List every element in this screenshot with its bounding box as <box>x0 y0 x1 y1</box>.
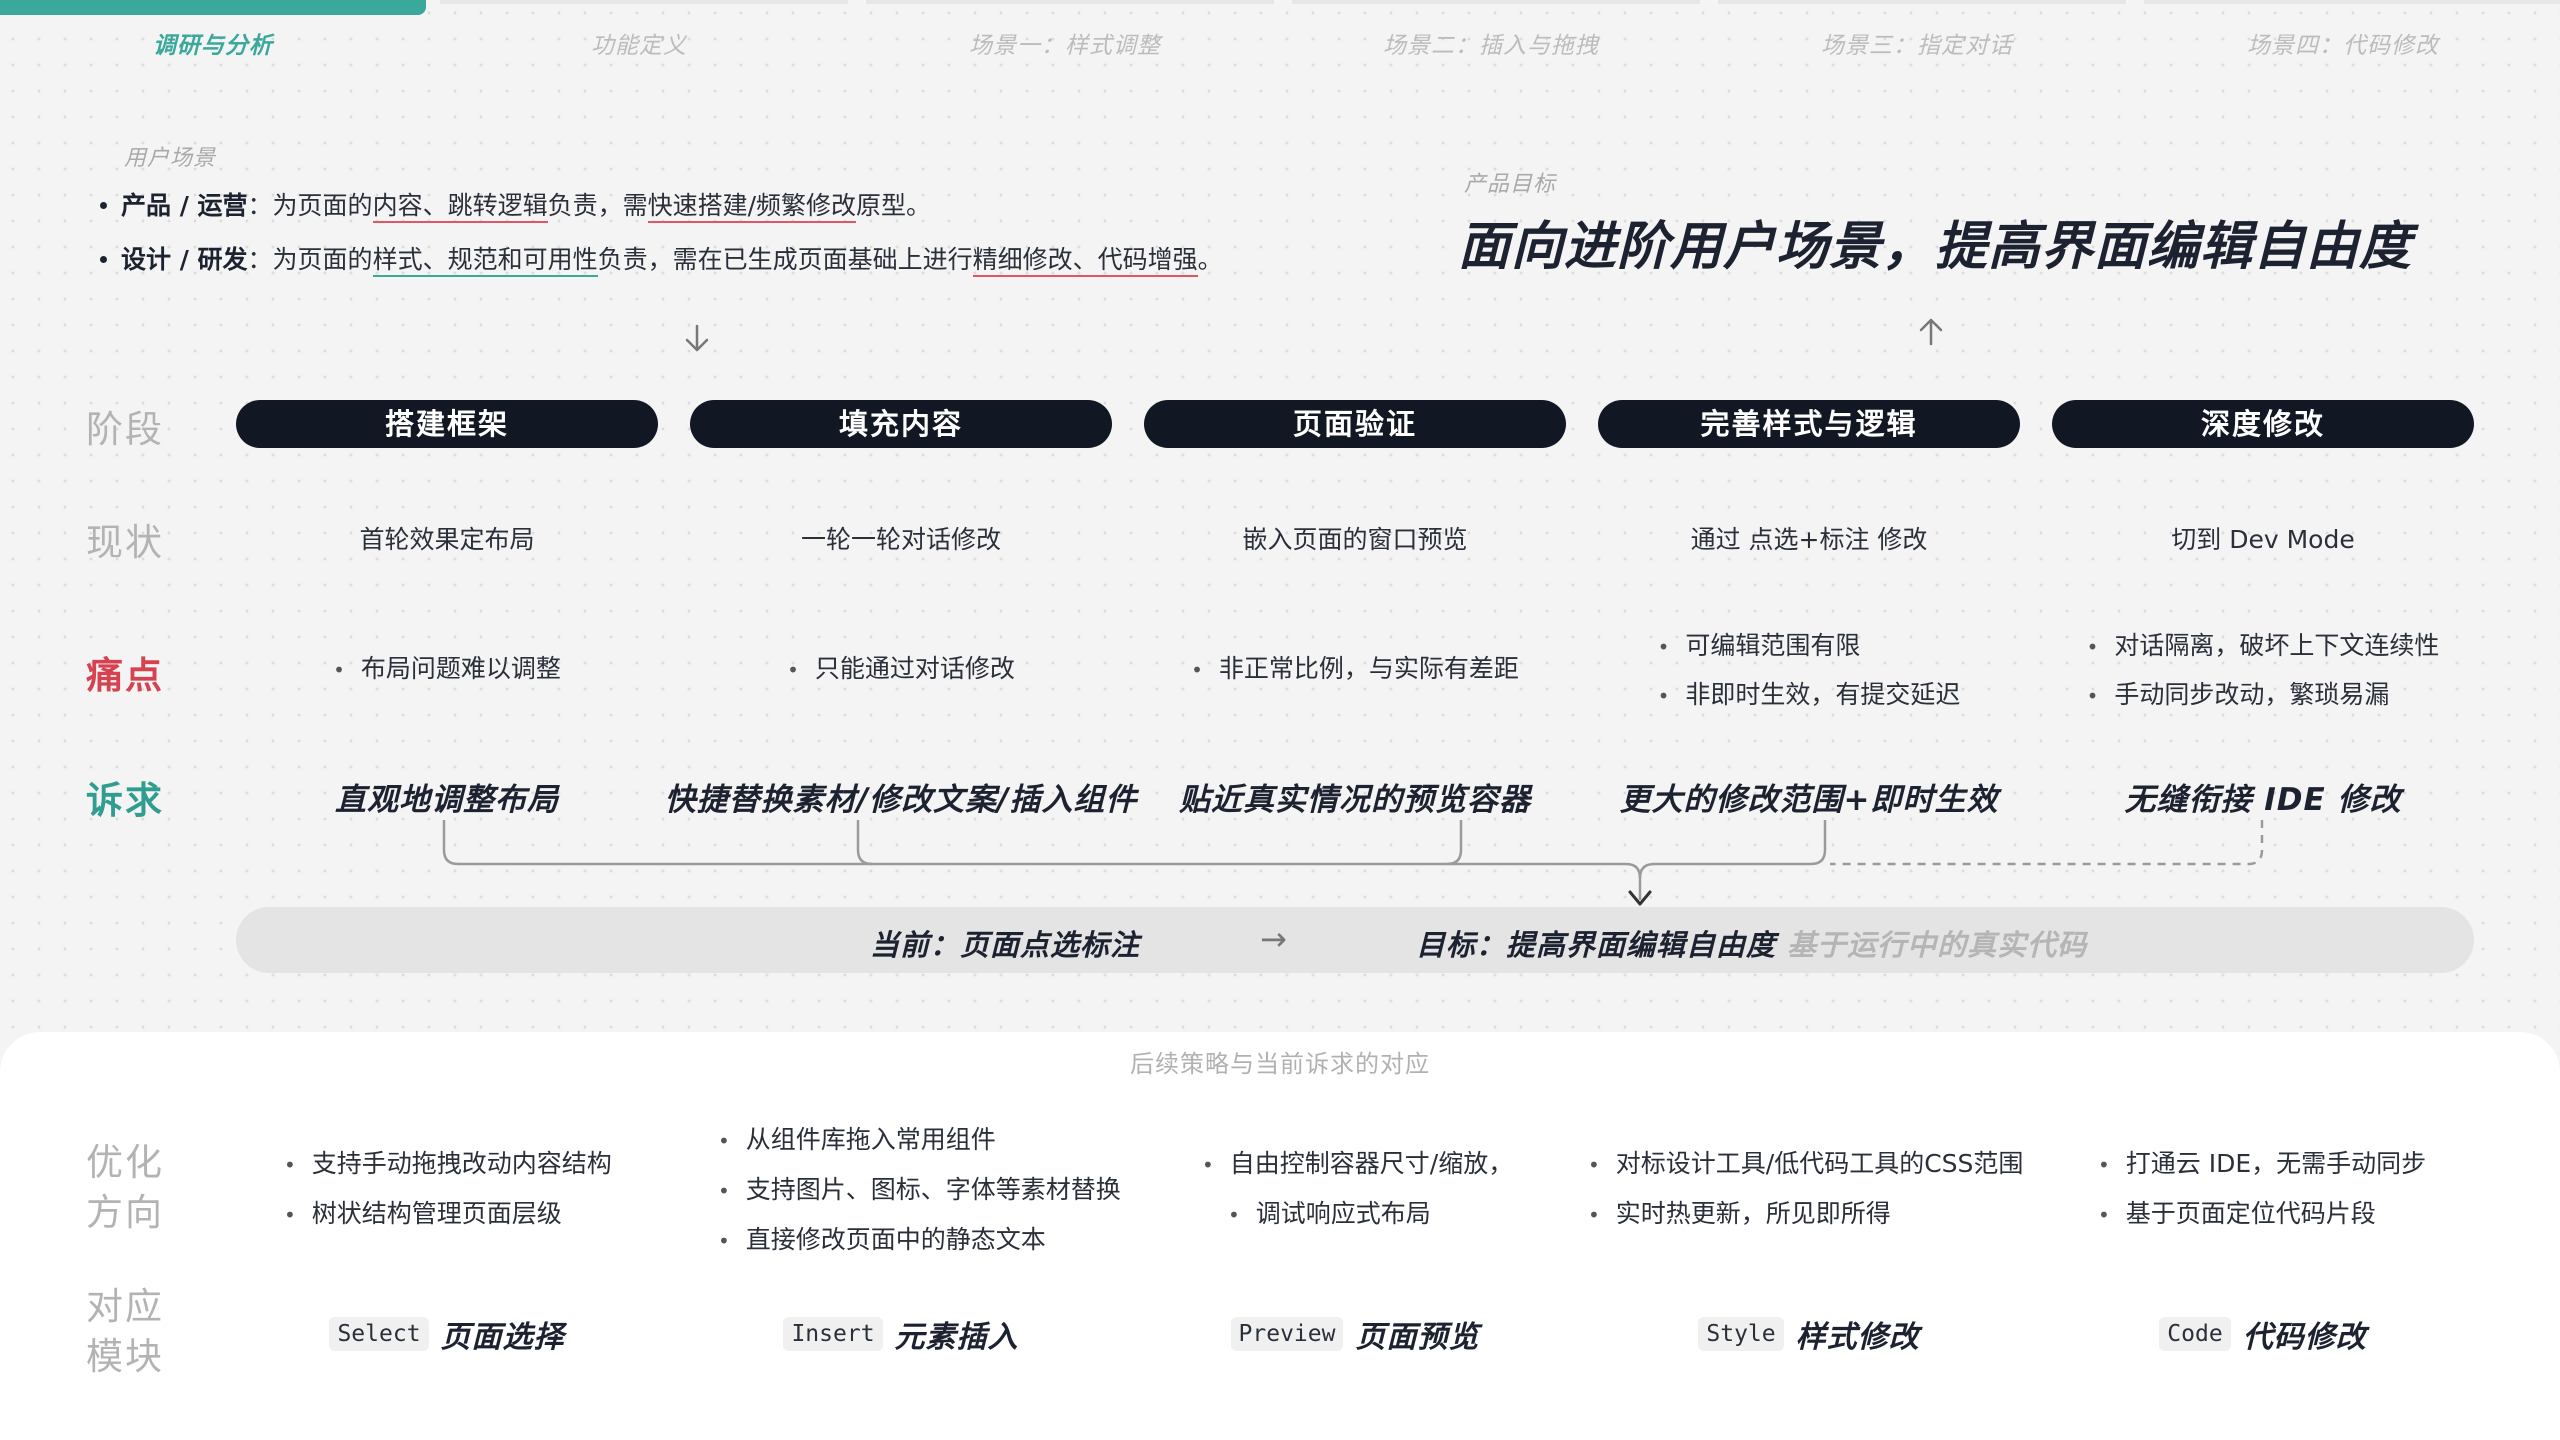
connector-line <box>856 820 873 866</box>
stage-pill: 搭建框架 <box>236 400 658 448</box>
module-style[interactable]: Style 样式修改 <box>1582 1312 2036 1356</box>
module-code-tag: Code <box>2159 1317 2231 1351</box>
stage-pill: 页面验证 <box>1144 400 1566 448</box>
label-line: 方向 <box>86 1191 164 1234</box>
optimization-item: 自由控制容器尺寸/缩放， <box>1202 1150 1513 1179</box>
up-arrow-icon <box>1919 318 1943 346</box>
pain-item: 布局问题难以调整 <box>333 656 561 683</box>
row-label-need: 诉求 <box>86 779 164 822</box>
module-name: 元素插入 <box>894 1320 1019 1355</box>
pain-list: 可编辑范围有限 非即时生效，有提交延迟 <box>1582 633 2036 709</box>
pain-item: 非正常比例，与实际有差距 <box>1191 656 1519 683</box>
module-code-tag: Select <box>329 1317 429 1351</box>
connector-line <box>1638 820 1827 879</box>
connector-line-dashed <box>1830 820 2264 866</box>
pain-item: 可编辑范围有限 <box>1658 633 1961 660</box>
module-code-tag: Preview <box>1230 1317 1344 1351</box>
module-name: 样式修改 <box>1795 1320 1920 1355</box>
need-text: 贴近真实情况的预览容器 <box>1179 782 1531 818</box>
optimization-list: 自由控制容器尺寸/缩放， 调试响应式布局 <box>1202 1150 1513 1229</box>
need-text: 直观地调整布局 <box>335 782 559 818</box>
row-label-pain: 痛点 <box>86 654 164 697</box>
status-text: 首轮效果定布局 <box>359 525 535 554</box>
down-arrow-icon <box>685 324 709 352</box>
module-select[interactable]: Select 页面选择 <box>220 1312 674 1356</box>
status-text: 嵌入页面的窗口预览 <box>1242 525 1468 554</box>
optimization-item: 支持手动拖拽改动内容结构 <box>284 1150 612 1179</box>
status-text: 一轮一轮对话修改 <box>800 525 1001 554</box>
arrow-right-icon: → <box>1260 920 1288 958</box>
pain-item: 手动同步改动，繁琐易漏 <box>2087 682 2440 709</box>
optimization-item-continued: 调试响应式布局 <box>1202 1200 1513 1229</box>
pain-item: 非即时生效，有提交延迟 <box>1658 682 1960 709</box>
row-label-module: 对应 模块 <box>86 1282 164 1382</box>
stage-pill: 深度修改 <box>2052 400 2474 448</box>
module-code[interactable]: Code 代码修改 <box>2036 1312 2490 1356</box>
status-text: 切到 Dev Mode <box>2171 525 2355 554</box>
optimization-list: 对标设计工具/低代码工具的CSS范围 实时热更新，所见即所得 <box>1588 1150 2024 1229</box>
status-text: 通过 点选+标注 修改 <box>1690 525 1928 554</box>
module-name: 页面预览 <box>1355 1320 1480 1355</box>
module-name: 页面选择 <box>440 1320 565 1355</box>
panel-caption: 后续策略与当前诉求的对应 <box>1130 1050 1430 1078</box>
pain-list: 布局问题难以调整 <box>220 656 674 683</box>
module-code-tag: Insert <box>783 1317 883 1351</box>
need-text: 无缝衔接 IDE 修改 <box>2124 782 2402 818</box>
pain-list: 只能通过对话修改 <box>674 656 1128 683</box>
label-line: 对应 <box>86 1285 164 1328</box>
row-label-status: 现状 <box>86 521 164 564</box>
continued-text: 调试响应式布局 <box>1255 1199 1431 1228</box>
row-label-stage: 阶段 <box>86 408 164 451</box>
optimization-item: 基于页面定位代码片段 <box>2098 1200 2426 1229</box>
target-note: 基于运行中的真实代码 <box>1787 928 2088 962</box>
pain-item: 只能通过对话修改 <box>787 656 1015 683</box>
optimization-item: 实时热更新，所见即所得 <box>1588 1200 2023 1229</box>
module-name: 代码修改 <box>2242 1320 2367 1355</box>
target-bar <box>236 907 2474 973</box>
optimization-item: 打通云 IDE，无需手动同步 <box>2098 1150 2426 1179</box>
target-text: 目标：提高界面编辑自由度 <box>1416 928 1777 962</box>
stage-pill: 完善样式与逻辑 <box>1598 400 2020 448</box>
module-insert[interactable]: Insert 元素插入 <box>674 1312 1128 1356</box>
pain-list: 非正常比例，与实际有差距 <box>1128 656 1582 683</box>
module-preview[interactable]: Preview 页面预览 <box>1128 1312 1582 1356</box>
optimization-item: 直接修改页面中的静态文本 <box>718 1226 1121 1255</box>
pain-list: 对话隔离，破坏上下文连续性 手动同步改动，繁琐易漏 <box>2036 633 2490 709</box>
optimization-list: 打通云 IDE，无需手动同步 基于页面定位代码片段 <box>2098 1150 2426 1229</box>
strategy-panel <box>0 1032 2560 1440</box>
module-code-tag: Style <box>1698 1317 1784 1351</box>
need-text: 快捷替换素材/修改文案/插入组件 <box>664 782 1138 818</box>
optimization-item: 对标设计工具/低代码工具的CSS范围 <box>1588 1150 2024 1179</box>
label-line: 优化 <box>86 1141 164 1184</box>
pain-item: 对话隔离，破坏上下文连续性 <box>2087 633 2439 660</box>
connector-line <box>1446 820 1463 866</box>
optimization-item: 树状结构管理页面层级 <box>284 1200 612 1229</box>
optimization-list: 支持手动拖拽改动内容结构 树状结构管理页面层级 <box>284 1150 612 1229</box>
optimization-item: 支持图片、图标、字体等素材替换 <box>718 1176 1121 1205</box>
flow-connectors <box>442 318 2264 906</box>
label-line: 模块 <box>86 1335 164 1378</box>
need-text: 更大的修改范围+即时生效 <box>1619 782 1999 818</box>
stage-pill: 填充内容 <box>690 400 1112 448</box>
row-label-optimization: 优化 方向 <box>86 1138 164 1238</box>
optimization-item: 从组件库拖入常用组件 <box>718 1126 1121 1155</box>
target-state: 目标：提高界面编辑自由度 基于运行中的真实代码 <box>1416 922 2087 964</box>
current-state: 当前：页面点选标注 <box>870 928 1141 962</box>
optimization-list: 从组件库拖入常用组件 支持图片、图标、字体等素材替换 直接修改页面中的静态文本 <box>718 1126 1121 1255</box>
